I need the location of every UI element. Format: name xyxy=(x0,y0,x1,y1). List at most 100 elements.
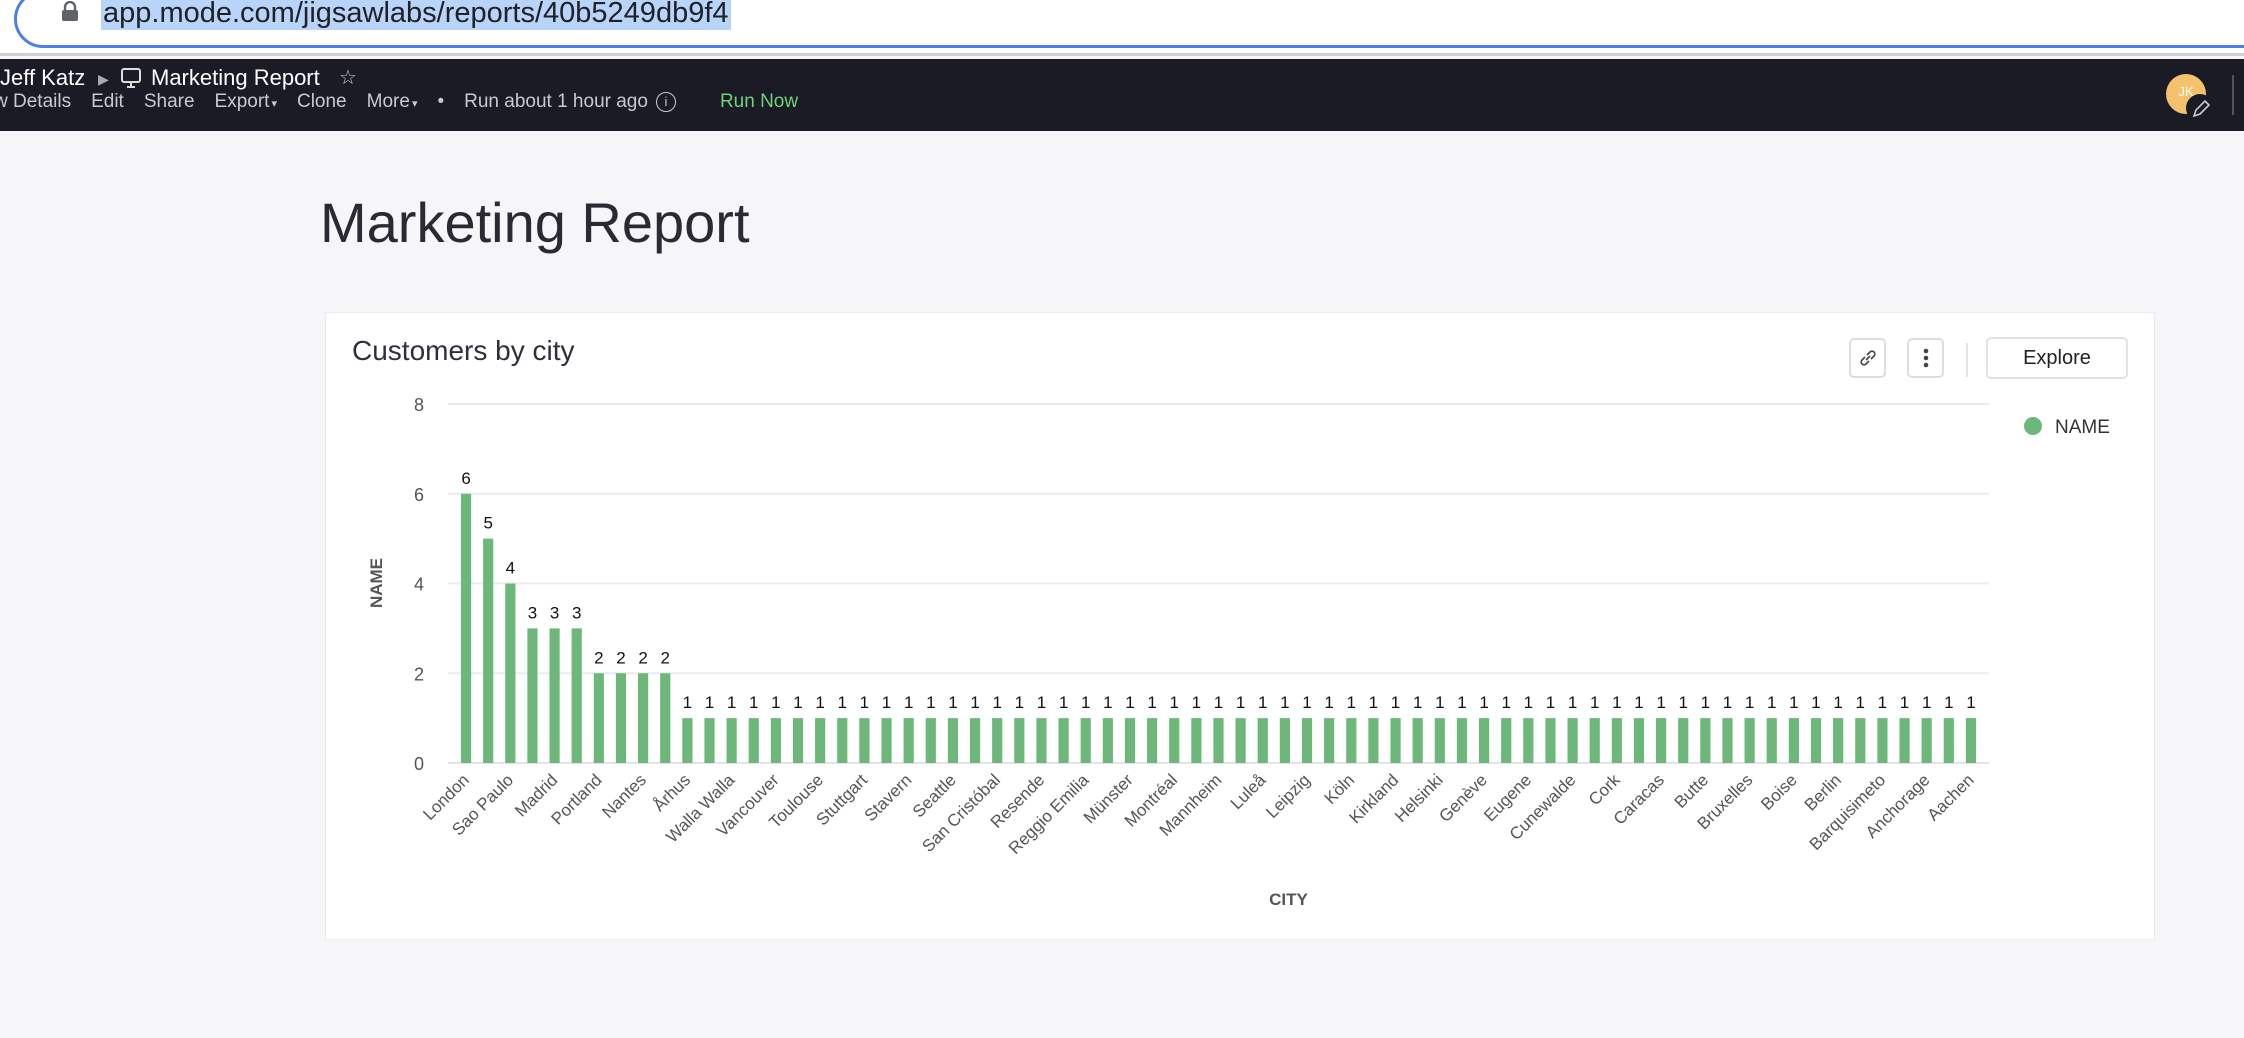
bar xyxy=(881,718,892,763)
y-tick-label: 4 xyxy=(414,575,424,595)
data-label: 1 xyxy=(1590,693,1599,712)
bar xyxy=(837,718,848,763)
y-tick-label: 2 xyxy=(414,664,424,684)
bar xyxy=(1656,718,1667,763)
y-axis-label: NAME xyxy=(367,558,386,608)
data-label: 1 xyxy=(1347,693,1356,712)
bar xyxy=(1833,718,1844,763)
breadcrumb-owner[interactable]: Jeff Katz xyxy=(0,65,85,91)
report-name: Marketing Report xyxy=(151,65,320,90)
bar xyxy=(1080,718,1091,763)
bar xyxy=(1523,718,1534,763)
bar xyxy=(1257,718,1268,763)
bar xyxy=(1191,718,1202,763)
export-menu[interactable]: Export ▾ xyxy=(215,91,277,113)
bar xyxy=(1301,718,1313,763)
data-label: 1 xyxy=(1612,693,1621,712)
run-status: Run about 1 hour ago xyxy=(464,91,648,112)
bar xyxy=(925,718,936,763)
data-label: 1 xyxy=(1966,693,1975,712)
data-label: 1 xyxy=(1059,693,1068,712)
x-tick-label: Leipzig xyxy=(1262,770,1314,822)
edit-link[interactable]: Edit xyxy=(91,91,124,113)
bar xyxy=(792,718,804,763)
data-label: 1 xyxy=(1833,693,1842,712)
data-label: 1 xyxy=(1878,693,1887,712)
bar xyxy=(1501,718,1512,763)
info-icon[interactable]: i xyxy=(655,92,676,112)
data-label: 1 xyxy=(1280,693,1289,712)
bar xyxy=(1678,718,1689,763)
bar xyxy=(1700,718,1711,763)
bar xyxy=(1877,718,1888,763)
url-field[interactable]: app.mode.com/jigsawlabs/reports/40b5249d… xyxy=(14,0,2244,48)
run-now-button[interactable]: Run Now xyxy=(720,91,798,113)
data-label: 1 xyxy=(1435,693,1444,712)
bar xyxy=(969,718,981,763)
data-label: 6 xyxy=(461,469,470,488)
data-label: 1 xyxy=(1789,693,1798,712)
page-title: Marketing Report xyxy=(320,191,750,254)
data-label: 1 xyxy=(1568,693,1577,712)
bar xyxy=(1036,718,1047,763)
data-label: 2 xyxy=(594,648,603,667)
data-label: 1 xyxy=(1037,693,1046,712)
data-label: 1 xyxy=(1634,693,1643,712)
url-text[interactable]: app.mode.com/jigsawlabs/reports/40b5249d… xyxy=(101,0,731,30)
bar xyxy=(571,628,582,763)
data-label: 1 xyxy=(683,693,692,712)
bar xyxy=(1921,718,1932,763)
bar xyxy=(903,718,914,763)
clone-link[interactable]: Clone xyxy=(297,91,347,113)
pencil-icon[interactable] xyxy=(2186,94,2214,122)
bar xyxy=(1412,718,1423,763)
bar xyxy=(593,673,604,763)
data-label: 1 xyxy=(1324,693,1333,712)
data-label: 1 xyxy=(1015,693,1024,712)
data-label: 1 xyxy=(860,693,869,712)
data-label: 1 xyxy=(1369,693,1378,712)
report-actions: w Details Edit Share Export ▾ Clone More ▾… xyxy=(0,91,818,113)
bar xyxy=(660,673,671,763)
bar xyxy=(460,493,472,763)
more-menu[interactable]: More ▾ xyxy=(367,91,418,113)
data-label: 2 xyxy=(616,648,625,667)
bar xyxy=(615,673,627,763)
report-header: Jeff Katz ▶ Marketing Report ☆ w Details… xyxy=(0,59,2244,131)
data-label: 1 xyxy=(1457,693,1466,712)
bar-chart: 024686London54Sao Paulo3 3Madrid32Portlan… xyxy=(367,395,2110,909)
bar xyxy=(1633,718,1645,763)
bar xyxy=(1058,718,1069,763)
bar xyxy=(1147,718,1158,763)
bar xyxy=(1567,718,1578,763)
bar xyxy=(1014,718,1025,763)
bar xyxy=(770,718,781,763)
view-details-link[interactable]: w Details xyxy=(0,91,71,113)
bar xyxy=(1279,718,1290,763)
x-tick-label: Boise xyxy=(1757,770,1801,814)
data-label: 1 xyxy=(727,693,736,712)
caret-right-icon: ▶ xyxy=(98,71,109,87)
data-label: 1 xyxy=(926,693,935,712)
bar xyxy=(1744,718,1755,763)
bar xyxy=(1810,718,1822,763)
bar xyxy=(527,628,538,763)
data-label: 1 xyxy=(793,693,802,712)
bar xyxy=(1855,718,1866,763)
data-label: 1 xyxy=(992,693,1001,712)
x-tick-label: Helsinki xyxy=(1391,770,1447,826)
data-label: 1 xyxy=(1679,693,1688,712)
bar xyxy=(638,673,649,763)
x-tick-label: Stavern xyxy=(861,770,916,825)
bar xyxy=(704,718,715,763)
legend-swatch xyxy=(2024,417,2042,435)
data-label: 1 xyxy=(1147,693,1156,712)
caret-down-icon: ▾ xyxy=(271,98,277,110)
data-label: 1 xyxy=(1192,693,1201,712)
star-icon[interactable]: ☆ xyxy=(339,65,357,90)
bar xyxy=(1124,718,1136,763)
share-link[interactable]: Share xyxy=(144,91,195,113)
bar xyxy=(1346,718,1357,763)
bar xyxy=(1390,718,1401,763)
lock-icon xyxy=(62,1,78,21)
